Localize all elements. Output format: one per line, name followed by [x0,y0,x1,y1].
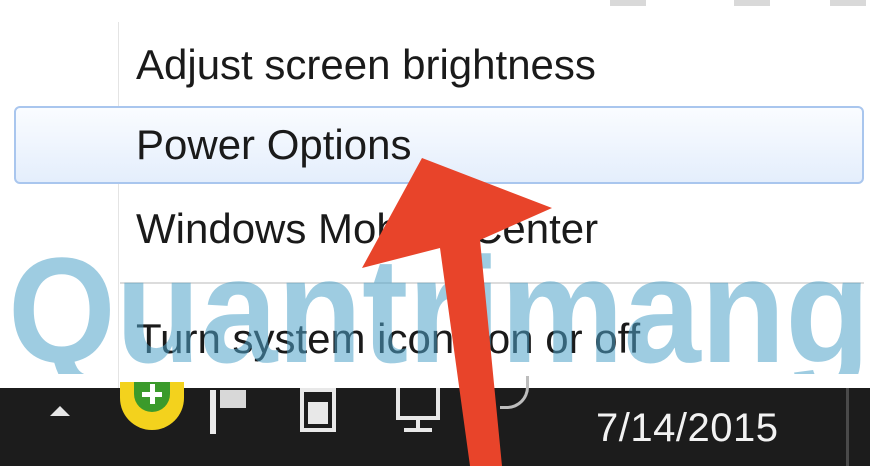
green-plus-app-icon[interactable] [120,382,184,430]
network-icon[interactable] [396,388,440,434]
top-edge-segment [830,0,866,6]
top-edge-segment [610,0,646,6]
menu-item-label: Turn system icons on or off [136,315,641,362]
show-desktop-divider [846,388,849,466]
battery-power-icon[interactable] [300,388,340,432]
menu-separator [120,282,864,284]
show-hidden-icons-arrow-icon[interactable] [50,406,70,416]
top-edge-segment [734,0,770,6]
menu-item-system-icons[interactable]: Turn system icons on or off [14,300,864,378]
menu-item-label: Adjust screen brightness [136,41,596,88]
action-center-flag-icon[interactable] [210,390,246,434]
menu-item-power-options[interactable]: Power Options [14,106,864,184]
menu-item-label: Power Options [136,121,412,168]
menu-item-mobility-center[interactable]: Windows Mobility Center [14,190,864,268]
menu-item-label: Windows Mobility Center [136,205,599,252]
menu-item-adjust-brightness[interactable]: Adjust screen brightness [14,26,864,104]
power-context-menu: Adjust screen brightness Power Options W… [0,12,870,390]
taskbar: 7/14/2015 [0,376,870,466]
clock-date[interactable]: 7/14/2015 [596,406,778,451]
volume-icon[interactable] [500,376,530,418]
